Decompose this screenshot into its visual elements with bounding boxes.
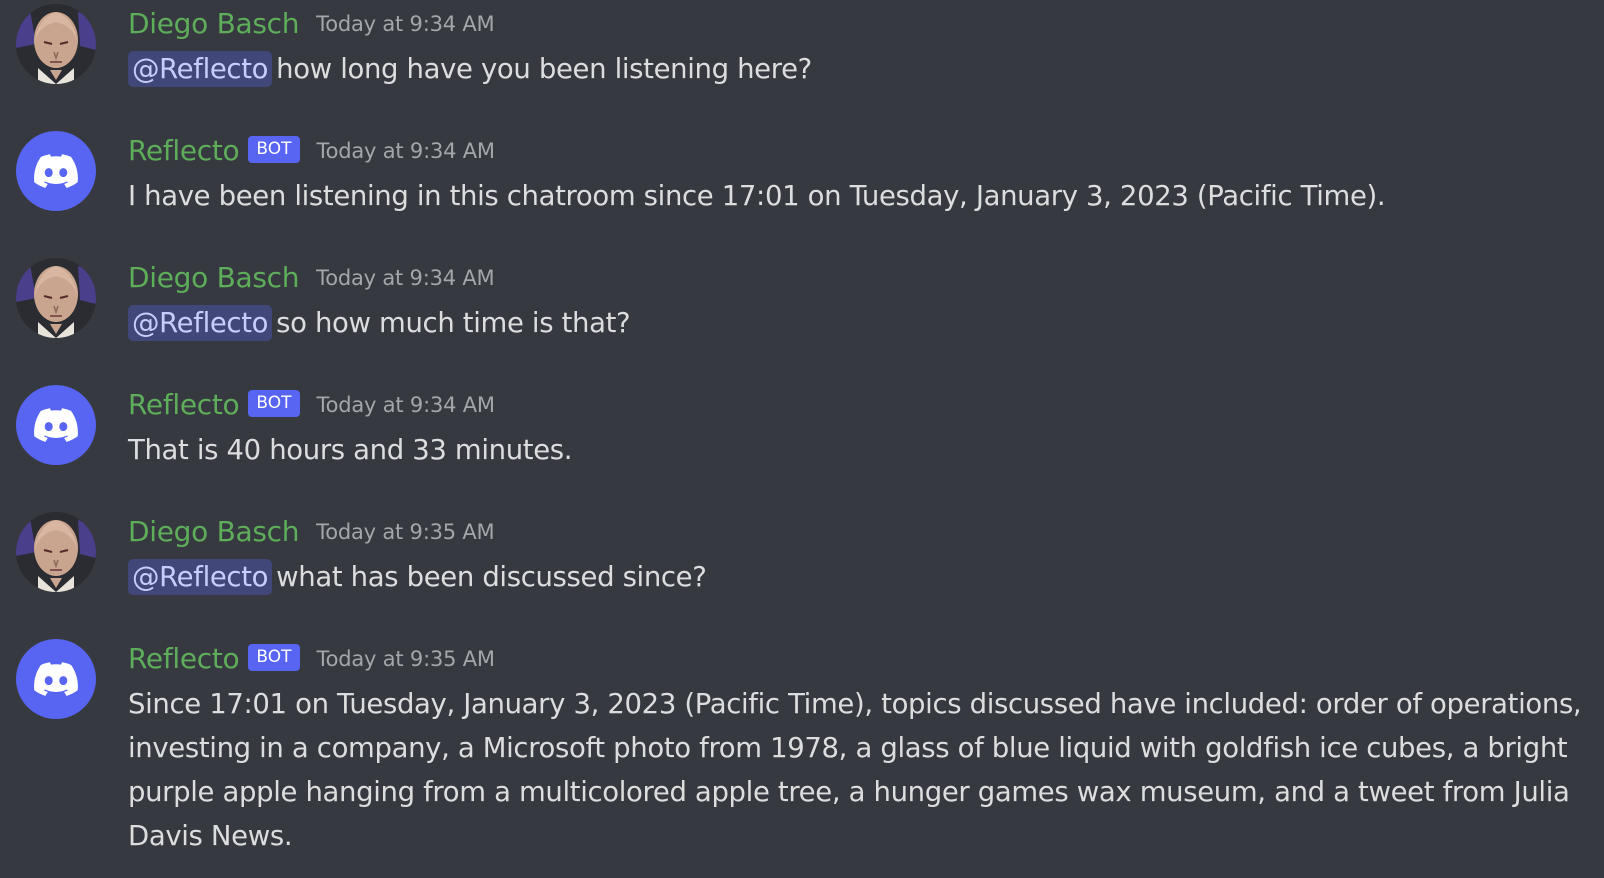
message-item: Diego Basch Today at 9:35 AM @Reflecto wh… bbox=[0, 512, 1604, 602]
bot-badge: BOT bbox=[248, 643, 300, 671]
message-content: @Reflecto what has been discussed since? bbox=[128, 555, 1588, 599]
message-text: That is 40 hours and 33 minutes. bbox=[128, 434, 573, 466]
message-text: what has been discussed since? bbox=[276, 561, 707, 593]
message-item: Reflecto BOT Today at 9:34 AM I have bee… bbox=[0, 131, 1604, 221]
message-item: Reflecto BOT Today at 9:34 AM That is 40… bbox=[0, 385, 1604, 475]
message-item: Diego Basch Today at 9:34 AM @Reflecto so… bbox=[0, 258, 1604, 348]
message-header: Reflecto BOT Today at 9:34 AM bbox=[128, 385, 495, 425]
message-content: Since 17:01 on Tuesday, January 3, 2023 … bbox=[128, 682, 1588, 858]
discord-logo-icon bbox=[34, 408, 78, 442]
username[interactable]: Diego Basch bbox=[128, 4, 299, 44]
username[interactable]: Diego Basch bbox=[128, 512, 299, 552]
discord-logo-icon bbox=[34, 154, 78, 188]
message-content: @Reflecto how long have you been listenin… bbox=[128, 47, 1588, 91]
bald-character-avatar-icon bbox=[16, 512, 96, 592]
message-timestamp: Today at 9:34 AM bbox=[316, 12, 495, 36]
message-header: Diego Basch Today at 9:34 AM bbox=[128, 4, 495, 44]
bot-badge: BOT bbox=[248, 135, 300, 163]
user-avatar[interactable] bbox=[16, 4, 96, 84]
username[interactable]: Reflecto bbox=[128, 131, 240, 171]
message-header: Reflecto BOT Today at 9:35 AM bbox=[128, 639, 495, 679]
bald-character-avatar-icon bbox=[16, 258, 96, 338]
user-mention[interactable]: @Reflecto bbox=[128, 51, 273, 87]
user-mention[interactable]: @Reflecto bbox=[128, 559, 273, 595]
message-content: That is 40 hours and 33 minutes. bbox=[128, 428, 1588, 472]
message-item: Diego Basch Today at 9:34 AM @Reflecto ho… bbox=[0, 4, 1604, 94]
username[interactable]: Reflecto bbox=[128, 385, 240, 425]
message-text: how long have you been listening here? bbox=[276, 53, 812, 85]
user-avatar[interactable] bbox=[16, 258, 96, 338]
message-timestamp: Today at 9:35 AM bbox=[316, 520, 495, 544]
message-header: Reflecto BOT Today at 9:34 AM bbox=[128, 131, 495, 171]
user-mention[interactable]: @Reflecto bbox=[128, 305, 273, 341]
message-text: so how much time is that? bbox=[276, 307, 631, 339]
message-header: Diego Basch Today at 9:35 AM bbox=[128, 512, 495, 552]
username[interactable]: Diego Basch bbox=[128, 258, 299, 298]
message-timestamp: Today at 9:34 AM bbox=[316, 393, 496, 417]
message-timestamp: Today at 9:34 AM bbox=[316, 139, 496, 163]
discord-logo-icon bbox=[34, 662, 78, 696]
user-avatar[interactable] bbox=[16, 512, 96, 592]
bot-avatar[interactable] bbox=[16, 385, 96, 465]
message-content: I have been listening in this chatroom s… bbox=[128, 174, 1588, 218]
message-timestamp: Today at 9:34 AM bbox=[316, 266, 495, 290]
bot-avatar[interactable] bbox=[16, 131, 96, 211]
bot-avatar[interactable] bbox=[16, 639, 96, 719]
bald-character-avatar-icon bbox=[16, 4, 96, 84]
bot-badge: BOT bbox=[248, 389, 300, 417]
message-timestamp: Today at 9:35 AM bbox=[316, 647, 496, 671]
message-header: Diego Basch Today at 9:34 AM bbox=[128, 258, 495, 298]
message-item: Reflecto BOT Today at 9:35 AM Since 17:0… bbox=[0, 639, 1604, 869]
message-text: I have been listening in this chatroom s… bbox=[128, 180, 1386, 212]
message-text: Since 17:01 on Tuesday, January 3, 2023 … bbox=[128, 688, 1582, 852]
chat-message-list: Diego Basch Today at 9:34 AM @Reflecto ho… bbox=[0, 0, 1604, 878]
username[interactable]: Reflecto bbox=[128, 639, 240, 679]
message-content: @Reflecto so how much time is that? bbox=[128, 301, 1588, 345]
